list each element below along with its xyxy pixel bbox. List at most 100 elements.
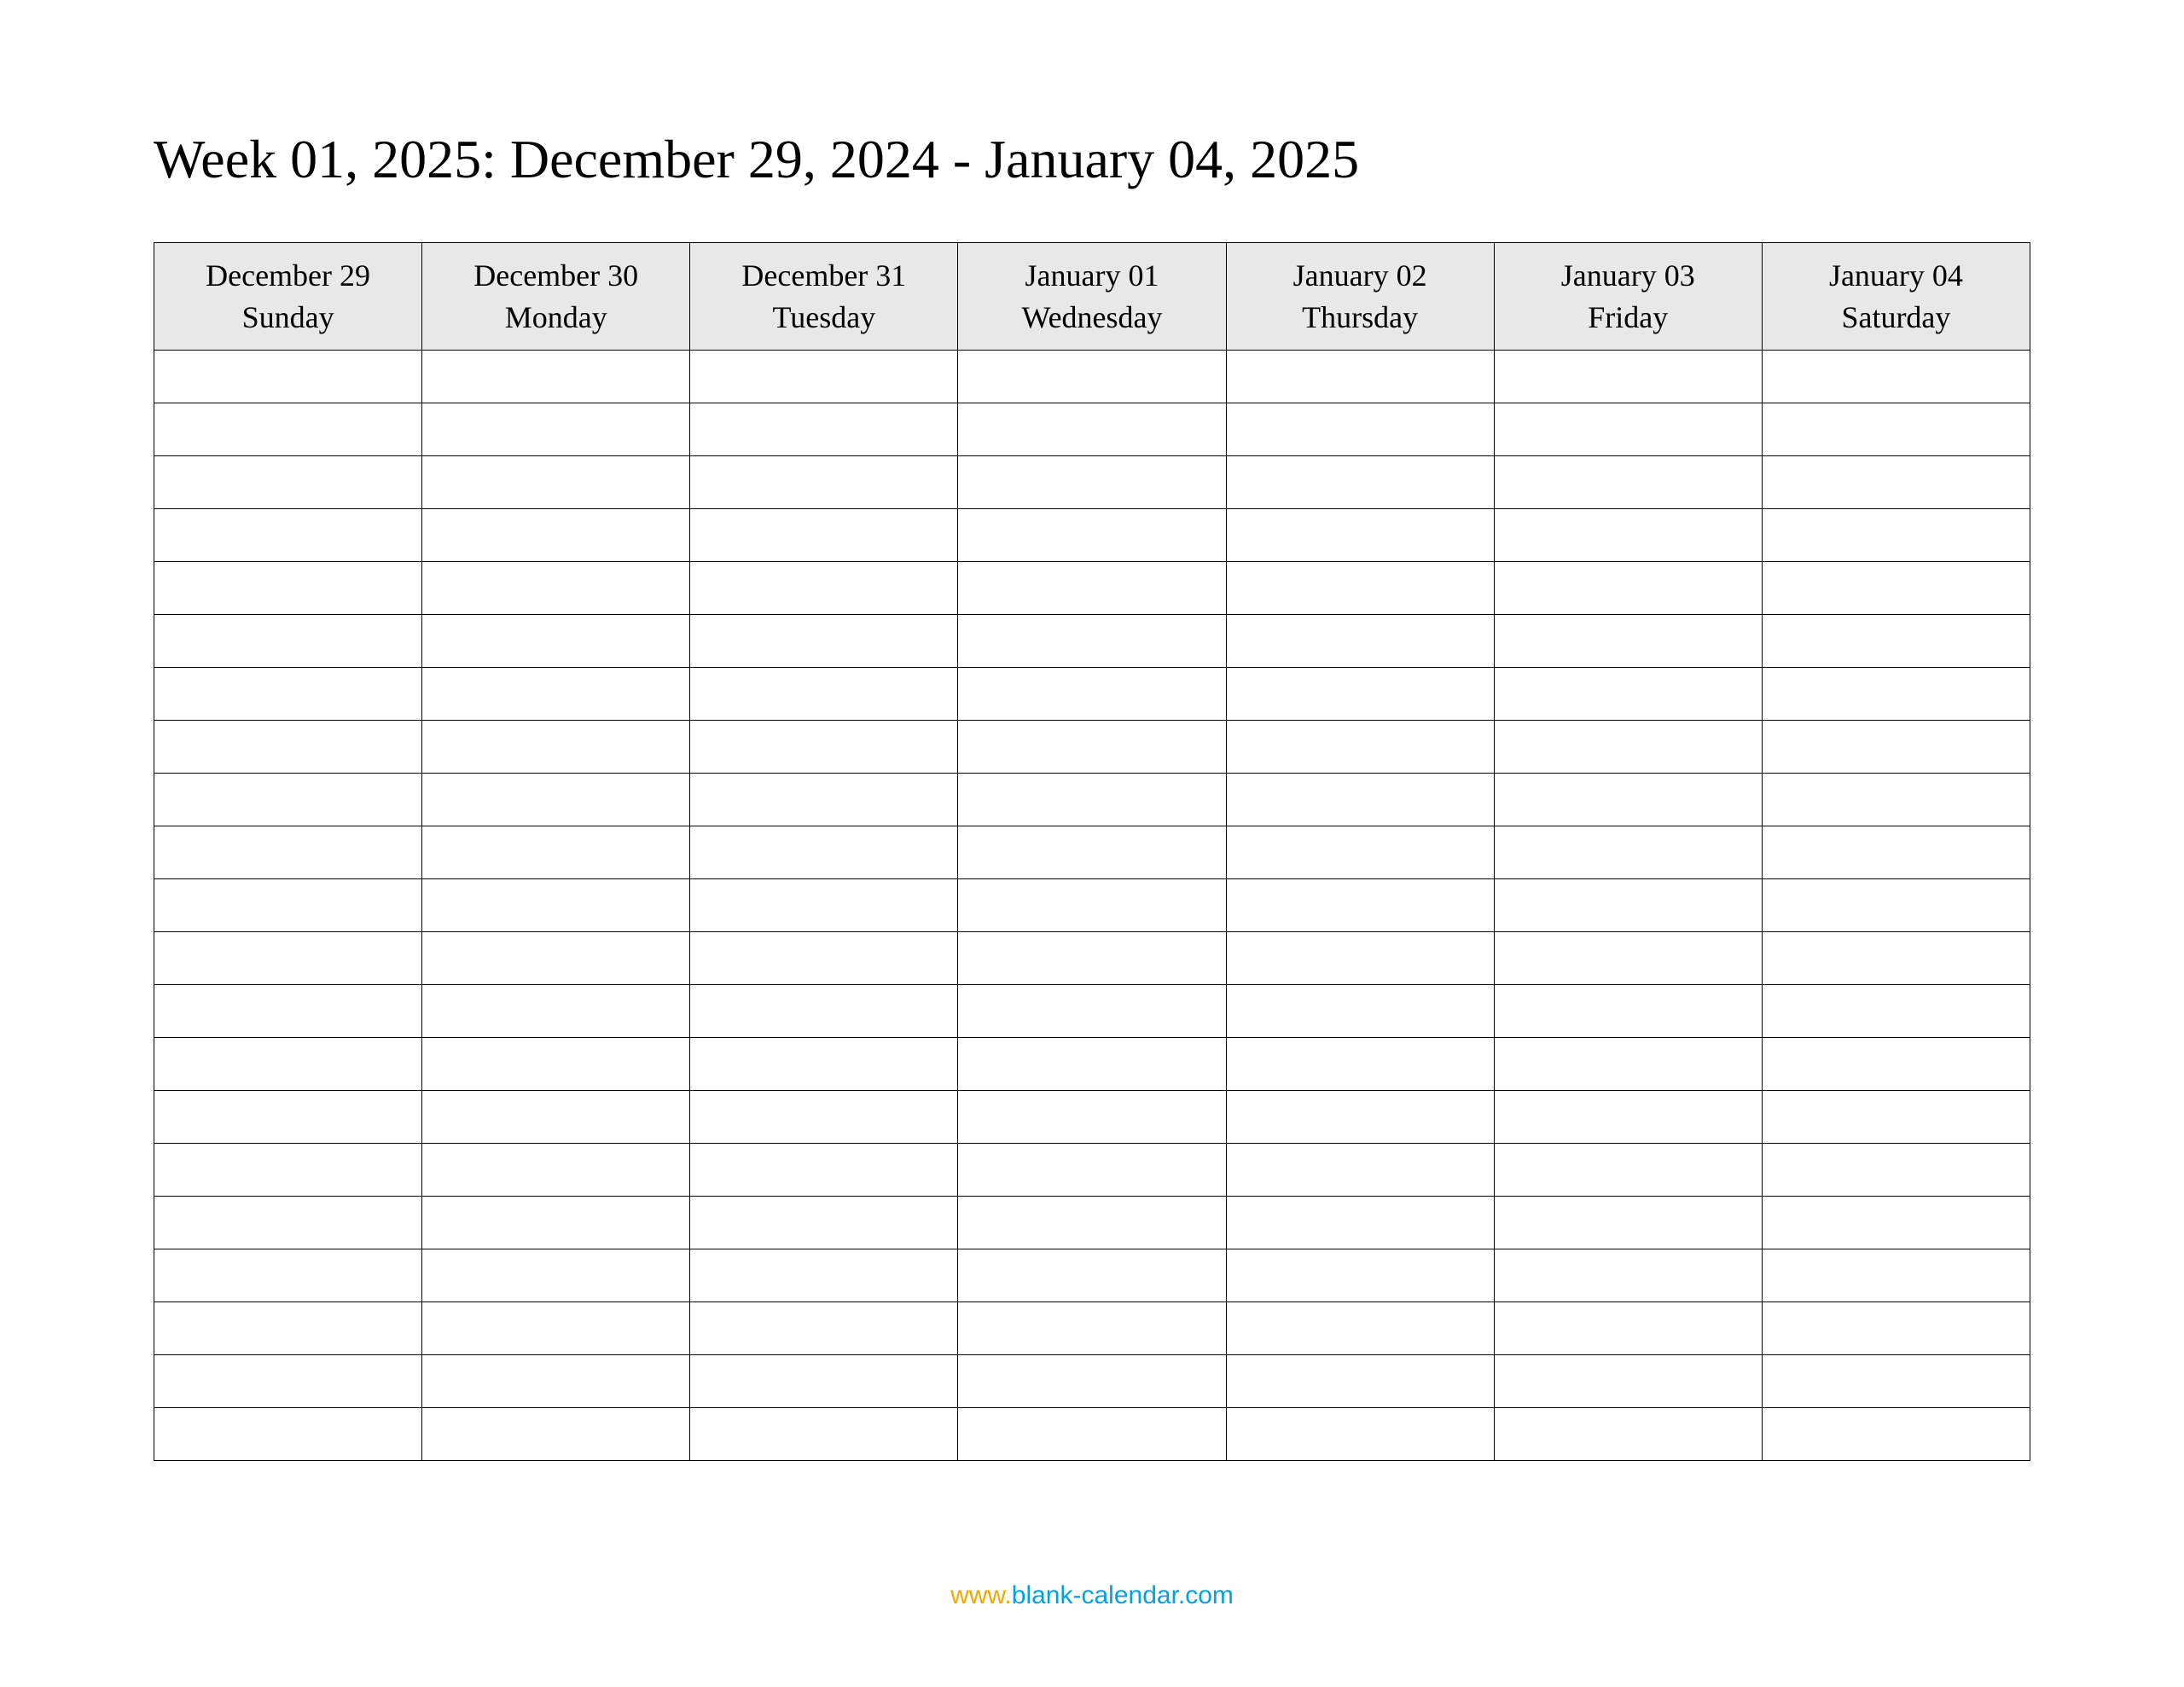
- calendar-cell[interactable]: [1762, 1355, 2030, 1408]
- calendar-cell[interactable]: [690, 615, 958, 668]
- calendar-cell[interactable]: [1226, 932, 1494, 985]
- calendar-cell[interactable]: [1226, 1249, 1494, 1302]
- calendar-cell[interactable]: [690, 1408, 958, 1461]
- calendar-cell[interactable]: [154, 351, 422, 403]
- calendar-cell[interactable]: [1762, 826, 2030, 879]
- calendar-cell[interactable]: [1762, 1091, 2030, 1144]
- calendar-cell[interactable]: [690, 509, 958, 562]
- calendar-cell[interactable]: [690, 774, 958, 826]
- calendar-cell[interactable]: [154, 1144, 422, 1197]
- calendar-cell[interactable]: [958, 1197, 1226, 1249]
- calendar-cell[interactable]: [1762, 721, 2030, 774]
- calendar-cell[interactable]: [1226, 826, 1494, 879]
- calendar-cell[interactable]: [1494, 1144, 1762, 1197]
- calendar-cell[interactable]: [1494, 562, 1762, 615]
- calendar-cell[interactable]: [958, 668, 1226, 721]
- calendar-cell[interactable]: [1226, 562, 1494, 615]
- calendar-cell[interactable]: [1494, 879, 1762, 932]
- calendar-cell[interactable]: [1762, 774, 2030, 826]
- calendar-cell[interactable]: [422, 456, 690, 509]
- calendar-cell[interactable]: [1226, 456, 1494, 509]
- calendar-cell[interactable]: [1226, 403, 1494, 456]
- calendar-cell[interactable]: [422, 562, 690, 615]
- calendar-cell[interactable]: [1494, 615, 1762, 668]
- calendar-cell[interactable]: [1762, 932, 2030, 985]
- calendar-cell[interactable]: [154, 668, 422, 721]
- calendar-cell[interactable]: [690, 1302, 958, 1355]
- calendar-cell[interactable]: [154, 932, 422, 985]
- calendar-cell[interactable]: [1762, 509, 2030, 562]
- calendar-cell[interactable]: [422, 879, 690, 932]
- calendar-cell[interactable]: [422, 1091, 690, 1144]
- calendar-cell[interactable]: [1226, 1038, 1494, 1091]
- calendar-cell[interactable]: [422, 509, 690, 562]
- calendar-cell[interactable]: [958, 351, 1226, 403]
- calendar-cell[interactable]: [1494, 774, 1762, 826]
- calendar-cell[interactable]: [1762, 668, 2030, 721]
- calendar-cell[interactable]: [422, 1249, 690, 1302]
- calendar-cell[interactable]: [154, 615, 422, 668]
- calendar-cell[interactable]: [422, 826, 690, 879]
- calendar-cell[interactable]: [958, 456, 1226, 509]
- calendar-cell[interactable]: [1226, 1408, 1494, 1461]
- calendar-cell[interactable]: [1226, 1302, 1494, 1355]
- calendar-cell[interactable]: [422, 668, 690, 721]
- calendar-cell[interactable]: [1226, 615, 1494, 668]
- calendar-cell[interactable]: [1226, 1144, 1494, 1197]
- calendar-cell[interactable]: [958, 1144, 1226, 1197]
- calendar-cell[interactable]: [422, 1197, 690, 1249]
- calendar-cell[interactable]: [1226, 985, 1494, 1038]
- calendar-cell[interactable]: [1762, 1144, 2030, 1197]
- calendar-cell[interactable]: [154, 1302, 422, 1355]
- calendar-cell[interactable]: [958, 1091, 1226, 1144]
- calendar-cell[interactable]: [1762, 351, 2030, 403]
- calendar-cell[interactable]: [1762, 1302, 2030, 1355]
- calendar-cell[interactable]: [154, 1249, 422, 1302]
- calendar-cell[interactable]: [690, 826, 958, 879]
- calendar-cell[interactable]: [154, 774, 422, 826]
- calendar-cell[interactable]: [958, 1408, 1226, 1461]
- calendar-cell[interactable]: [1762, 1249, 2030, 1302]
- calendar-cell[interactable]: [1762, 1197, 2030, 1249]
- calendar-cell[interactable]: [422, 932, 690, 985]
- calendar-cell[interactable]: [958, 1038, 1226, 1091]
- calendar-cell[interactable]: [422, 1144, 690, 1197]
- calendar-cell[interactable]: [154, 403, 422, 456]
- calendar-cell[interactable]: [690, 562, 958, 615]
- calendar-cell[interactable]: [690, 879, 958, 932]
- calendar-cell[interactable]: [154, 509, 422, 562]
- calendar-cell[interactable]: [154, 1355, 422, 1408]
- calendar-cell[interactable]: [154, 562, 422, 615]
- calendar-cell[interactable]: [1494, 1355, 1762, 1408]
- calendar-cell[interactable]: [154, 1091, 422, 1144]
- calendar-cell[interactable]: [690, 403, 958, 456]
- calendar-cell[interactable]: [690, 1197, 958, 1249]
- calendar-cell[interactable]: [958, 1355, 1226, 1408]
- calendar-cell[interactable]: [958, 932, 1226, 985]
- calendar-cell[interactable]: [1762, 403, 2030, 456]
- calendar-cell[interactable]: [690, 1249, 958, 1302]
- calendar-cell[interactable]: [690, 721, 958, 774]
- calendar-cell[interactable]: [958, 985, 1226, 1038]
- calendar-cell[interactable]: [1494, 985, 1762, 1038]
- calendar-cell[interactable]: [958, 403, 1226, 456]
- calendar-cell[interactable]: [1494, 721, 1762, 774]
- calendar-cell[interactable]: [1494, 456, 1762, 509]
- calendar-cell[interactable]: [1226, 1355, 1494, 1408]
- calendar-cell[interactable]: [1494, 826, 1762, 879]
- calendar-cell[interactable]: [958, 509, 1226, 562]
- calendar-cell[interactable]: [690, 351, 958, 403]
- calendar-cell[interactable]: [1494, 1302, 1762, 1355]
- calendar-cell[interactable]: [1494, 1249, 1762, 1302]
- calendar-cell[interactable]: [1762, 1408, 2030, 1461]
- calendar-cell[interactable]: [154, 1408, 422, 1461]
- calendar-cell[interactable]: [1762, 1038, 2030, 1091]
- calendar-cell[interactable]: [1226, 351, 1494, 403]
- calendar-cell[interactable]: [1226, 668, 1494, 721]
- calendar-cell[interactable]: [690, 1091, 958, 1144]
- calendar-cell[interactable]: [1226, 721, 1494, 774]
- calendar-cell[interactable]: [1494, 509, 1762, 562]
- calendar-cell[interactable]: [1494, 1091, 1762, 1144]
- calendar-cell[interactable]: [422, 985, 690, 1038]
- calendar-cell[interactable]: [422, 351, 690, 403]
